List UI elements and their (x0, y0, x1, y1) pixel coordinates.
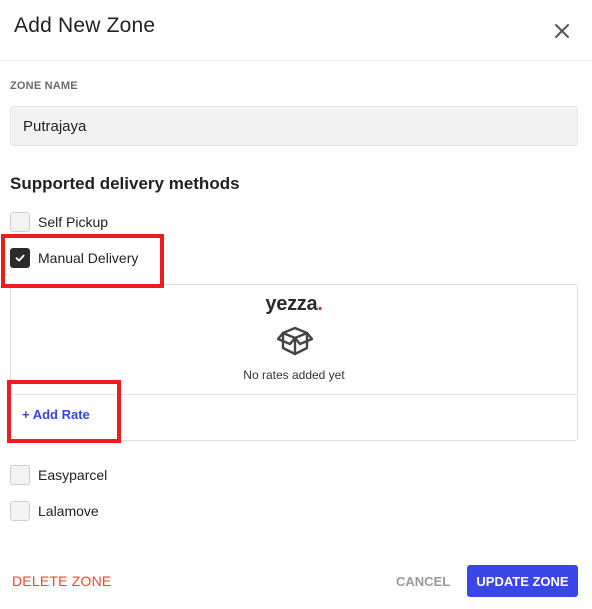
add-rate-link[interactable]: + Add Rate (22, 407, 90, 422)
lalamove-checkbox[interactable] (10, 501, 30, 521)
easyparcel-checkbox[interactable] (10, 465, 30, 485)
close-icon (555, 24, 569, 38)
method-manual-delivery[interactable]: Manual Delivery (10, 247, 138, 269)
method-lalamove[interactable]: Lalamove (10, 500, 99, 522)
rates-panel: yezza. No rates added yet + Add Rate (10, 284, 578, 441)
divider (11, 394, 577, 395)
method-self-pickup[interactable]: Self Pickup (10, 211, 108, 233)
zone-name-label: ZONE NAME (10, 80, 78, 92)
zone-name-input[interactable] (10, 106, 578, 146)
method-label: Self Pickup (38, 214, 109, 230)
empty-box-icon (276, 326, 314, 356)
update-zone-button[interactable]: UPDATE ZONE (467, 565, 578, 597)
delete-zone-button[interactable]: DELETE ZONE (12, 573, 111, 589)
method-label: Easyparcel (38, 467, 108, 483)
add-zone-modal: Add New Zone ZONE NAME Supported deliver… (0, 0, 592, 609)
logo-text: yezza (265, 293, 318, 315)
self-pickup-checkbox[interactable] (10, 212, 30, 232)
checkmark-icon (15, 254, 25, 262)
no-rates-text: No rates added yet (243, 368, 345, 382)
cancel-button[interactable]: CANCEL (396, 574, 450, 589)
logo-dot: . (317, 293, 323, 315)
method-label: Lalamove (38, 503, 99, 519)
manual-delivery-checkbox[interactable] (10, 248, 30, 268)
modal-title: Add New Zone (14, 14, 156, 37)
close-button[interactable] (552, 21, 572, 41)
delivery-methods-title: Supported delivery methods (10, 174, 240, 193)
yezza-logo: yezza. (11, 293, 577, 316)
method-easyparcel[interactable]: Easyparcel (10, 464, 107, 486)
modal-header: Add New Zone (0, 0, 592, 61)
method-label: Manual Delivery (38, 250, 139, 266)
